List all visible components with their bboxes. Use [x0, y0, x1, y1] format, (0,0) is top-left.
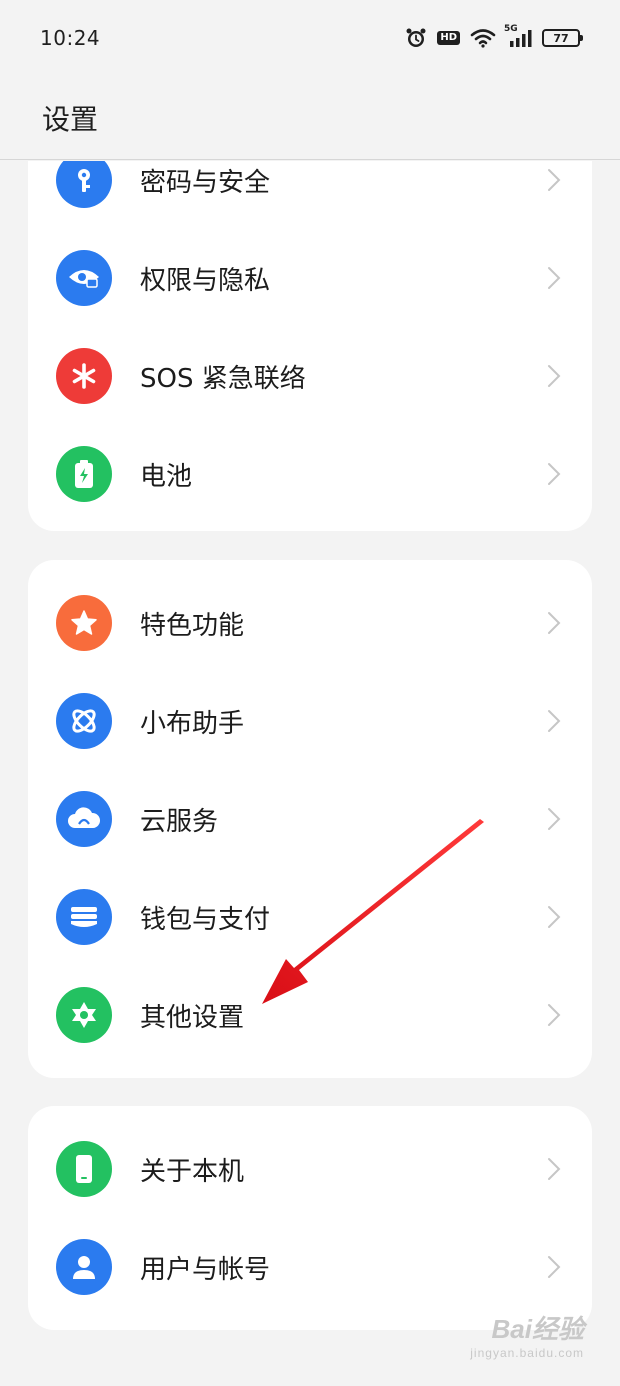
phone-icon [56, 1141, 112, 1197]
settings-list[interactable]: 密码与安全 权限与隐私 SOS 紧急联络 电池 特色功能 小布助手 云服务 钱包… [0, 161, 620, 1386]
settings-item-sos[interactable]: SOS 紧急联络 [28, 327, 592, 425]
chevron-right-icon [542, 462, 566, 486]
page-title: 设置 [42, 102, 99, 136]
chevron-right-icon [542, 709, 566, 733]
watermark-sub: jingyan.baidu.com [470, 1346, 584, 1360]
gear-icon [56, 987, 112, 1043]
chevron-right-icon [542, 168, 566, 192]
header: 设置 [0, 76, 620, 160]
chevron-right-icon [542, 1003, 566, 1027]
settings-item-label: 权限与隐私 [140, 265, 271, 296]
settings-item-wallet[interactable]: 钱包与支付 [28, 868, 592, 966]
battery-level: 77 [553, 31, 569, 45]
chevron-right-icon [542, 266, 566, 290]
settings-item-cloud[interactable]: 云服务 [28, 770, 592, 868]
star-icon [56, 595, 112, 651]
settings-item-other-settings[interactable]: 其他设置 [28, 966, 592, 1064]
asterisk-icon [56, 348, 112, 404]
settings-item-label: 云服务 [140, 806, 219, 837]
settings-item-label: 钱包与支付 [140, 904, 271, 935]
chevron-right-icon [542, 1255, 566, 1279]
settings-item-assistant[interactable]: 小布助手 [28, 672, 592, 770]
settings-card-device: 关于本机 用户与帐号 [28, 1106, 592, 1330]
watermark-main: Bai经验 [491, 1314, 584, 1344]
settings-item-password-security[interactable]: 密码与安全 [28, 161, 592, 229]
settings-card-security: 密码与安全 权限与隐私 SOS 紧急联络 电池 [28, 161, 592, 531]
settings-item-label: SOS 紧急联络 [140, 363, 306, 394]
chevron-right-icon [542, 364, 566, 388]
hd-icon: HD [437, 31, 460, 45]
status-bar: 10:24 HD 5G 77 [0, 0, 620, 76]
alarm-icon [405, 27, 427, 49]
settings-item-battery[interactable]: 电池 [28, 425, 592, 523]
settings-item-label: 电池 [140, 461, 193, 492]
privacy-eye-icon [56, 250, 112, 306]
wallet-icon [56, 889, 112, 945]
settings-item-label: 其他设置 [140, 1002, 245, 1033]
settings-item-permissions-privacy[interactable]: 权限与隐私 [28, 229, 592, 327]
battery-status-icon: 77 [542, 29, 583, 47]
cloud-icon [56, 791, 112, 847]
settings-item-label: 小布助手 [140, 708, 245, 739]
wifi-icon [470, 28, 496, 48]
chevron-right-icon [542, 807, 566, 831]
key-icon [56, 161, 112, 208]
settings-item-label: 关于本机 [140, 1156, 245, 1187]
chevron-right-icon [542, 611, 566, 635]
signal-5g-icon: 5G [504, 24, 532, 48]
settings-item-about-phone[interactable]: 关于本机 [28, 1120, 592, 1218]
chevron-right-icon [542, 1157, 566, 1181]
network-label: 5G [504, 24, 518, 34]
status-icons: HD 5G 77 [405, 24, 583, 49]
status-time: 10:24 [40, 26, 101, 50]
settings-card-features: 特色功能 小布助手 云服务 钱包与支付 其他设置 [28, 560, 592, 1078]
settings-item-label: 密码与安全 [140, 167, 271, 198]
settings-item-label: 特色功能 [140, 610, 245, 641]
settings-item-label: 用户与帐号 [140, 1254, 271, 1285]
settings-item-special-features[interactable]: 特色功能 [28, 574, 592, 672]
watermark: Bai经验 jingyan.baidu.com [470, 1309, 584, 1360]
battery-icon [56, 446, 112, 502]
chevron-right-icon [542, 905, 566, 929]
assistant-icon [56, 693, 112, 749]
user-icon [56, 1239, 112, 1295]
settings-item-users-accounts[interactable]: 用户与帐号 [28, 1218, 592, 1316]
